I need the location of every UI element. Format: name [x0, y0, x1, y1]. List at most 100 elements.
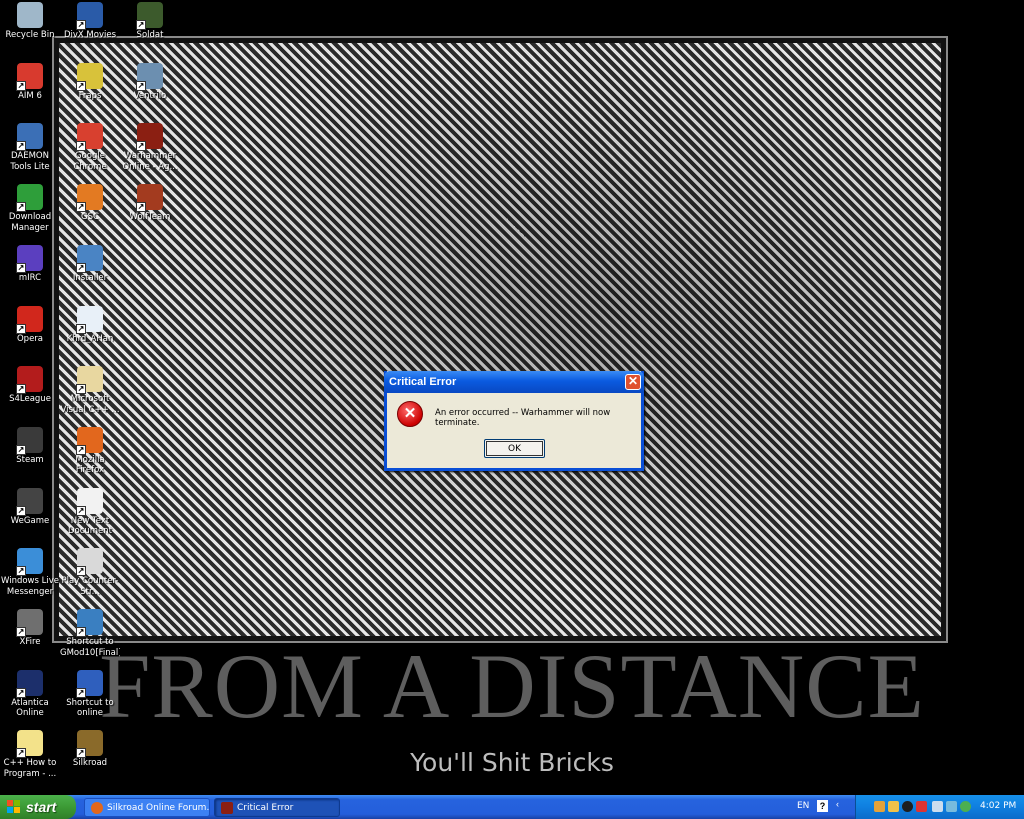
steam-tray-icon[interactable]: [902, 801, 913, 812]
desktop-icon[interactable]: ↗ Download Manager: [0, 184, 60, 242]
desktop-icon[interactable]: ↗ Silkroad: [60, 730, 120, 788]
desktop-icon-label: Shortcut to GMod10[Final]: [60, 637, 120, 658]
steam-icon: ↗: [16, 426, 43, 455]
silkroad-icon: ↗: [76, 730, 103, 759]
warhammer-icon: ↗: [136, 123, 163, 152]
desktop-icon[interactable]: ↗ Fraps: [60, 62, 120, 121]
divx-icon: ↗: [76, 2, 103, 30]
desktop-icon-label: Warhammer Online - Ag...: [122, 151, 178, 172]
desktop-icon[interactable]: ↗ Atlantica Online: [0, 669, 60, 728]
firefox-icon: ↗: [76, 426, 103, 455]
desktop-icon[interactable]: ↗ Khrd_AHan: [60, 305, 120, 364]
desktop-icon-label: Khrd_AHan: [66, 333, 114, 344]
gmod-icon: ↗: [76, 609, 103, 637]
desktop-icon[interactable]: ↗ XFire: [0, 609, 60, 667]
shortcut-arrow-icon: ↗: [16, 505, 26, 516]
ok-button[interactable]: OK: [484, 439, 545, 458]
desktop-icon[interactable]: ↗ Shortcut to GMod10[Final]: [60, 609, 120, 667]
shortcut-arrow-icon: ↗: [16, 627, 26, 637]
desktop-icon-label: GSC: [81, 212, 99, 223]
clock: 4:02 PM: [980, 801, 1017, 811]
shortcut-arrow-icon: ↗: [16, 323, 26, 334]
desktop-icon-label: Recycle Bin: [5, 30, 55, 40]
windows-logo-icon: [7, 800, 20, 813]
dialog-titlebar[interactable]: Critical Error ✕: [384, 371, 644, 393]
shortcut-arrow-icon: ↗: [76, 262, 86, 273]
desktop-icon[interactable]: ↗ AIM 6: [0, 62, 60, 121]
tray-icon-4[interactable]: [916, 801, 927, 812]
language-indicator[interactable]: EN: [797, 801, 809, 811]
desktop-icon[interactable]: ↗ Opera: [0, 305, 60, 364]
desktop-icon[interactable]: ↗ Windows Live Messenger: [0, 548, 60, 606]
visual-cpp-icon: ↗: [76, 366, 103, 395]
desktop-icon[interactable]: ↗ Microsoft Visual C++ ...: [60, 366, 120, 424]
error-icon: ✕: [397, 401, 423, 427]
desktop-icon[interactable]: ↗ Installer: [60, 244, 120, 303]
close-icon: ✕: [627, 374, 639, 388]
desktop-icon[interactable]: Recycle Bin: [0, 2, 60, 60]
critical-error-dialog: Critical Error ✕ ✕ An error occurred -- …: [384, 371, 644, 471]
desktop-icon[interactable]: ↗ WeGame: [0, 487, 60, 546]
tray-expand-icon[interactable]: ‹: [836, 799, 842, 813]
shortcut-arrow-icon: ↗: [76, 687, 86, 698]
shortcut-arrow-icon: ↗: [76, 323, 86, 334]
desktop-icon[interactable]: ↗ DAEMON Tools Lite: [0, 123, 60, 181]
start-button[interactable]: start: [0, 795, 76, 819]
desktop-icon[interactable]: ↗ C++ How to Program - ...: [0, 730, 60, 788]
image-file-icon: ↗: [76, 305, 103, 334]
desktop-icon[interactable]: ↗ Soldat: [120, 2, 180, 60]
desktop-icon[interactable]: ↗ Mozilla Firefox: [60, 426, 120, 485]
desktop-icon-label: Download Manager: [8, 212, 52, 233]
taskbar-item-label: Critical Error: [237, 803, 294, 813]
shortcut-arrow-icon: ↗: [16, 748, 26, 759]
desktop-icon-label: mIRC: [18, 272, 42, 283]
taskbar-item-critical-error[interactable]: Critical Error: [214, 798, 340, 817]
tray-icon-1[interactable]: [874, 801, 885, 812]
desktop-icon[interactable]: ↗ Warhammer Online - Ag...: [120, 123, 180, 181]
desktop-icon[interactable]: ↗ GSC: [60, 184, 120, 242]
shortcut-arrow-icon: ↗: [76, 202, 86, 213]
dialog-message: An error occurred -- Warhammer will now …: [435, 408, 611, 428]
desktop-icon[interactable]: ↗ Google Chrome: [60, 123, 120, 181]
messenger-icon: ↗: [16, 548, 43, 577]
desktop-icon[interactable]: ↗ Ventrilo: [120, 62, 180, 121]
desktop-icon[interactable]: ↗ Play Counter-Str...: [60, 548, 120, 606]
s4league-icon: ↗: [16, 366, 43, 395]
shortcut-arrow-icon: ↗: [16, 80, 26, 91]
shortcut-arrow-icon: ↗: [76, 141, 86, 152]
desktop-icon-label: XFire: [19, 637, 41, 647]
desktop-icon[interactable]: ↗ Shortcut to online: [60, 669, 120, 728]
wallpaper-poster: [52, 36, 948, 643]
shortcut-arrow-icon: ↗: [16, 444, 26, 455]
ventrilo-icon: ↗: [136, 62, 163, 91]
shortcut-arrow-icon: ↗: [76, 566, 86, 577]
shortcut-arrow-icon: ↗: [136, 20, 146, 30]
help-icon[interactable]: ?: [817, 800, 828, 812]
network-icon[interactable]: [946, 801, 957, 812]
shortcut-arrow-icon: ↗: [76, 384, 86, 395]
desktop-icon-label: AIM 6: [18, 90, 42, 101]
warhammer-icon: [221, 802, 233, 814]
desktop-icon-label: DivX Movies: [63, 30, 117, 40]
desktop-icon[interactable]: ↗ DivX Movies: [60, 2, 120, 60]
desktop-icon[interactable]: ↗ Steam: [0, 426, 60, 485]
taskbar: start Silkroad Online Forum... Critical …: [0, 795, 1024, 819]
desktop-icon[interactable]: ↗ mIRC: [0, 244, 60, 303]
desktop-icon-label: Atlantica Online: [11, 697, 49, 719]
taskbar-item-forum[interactable]: Silkroad Online Forum...: [84, 798, 210, 817]
messenger-tray-icon[interactable]: [960, 801, 971, 812]
desktop-icon[interactable]: ↗ S4League: [0, 366, 60, 424]
counter-strike-icon: ↗: [76, 548, 103, 577]
shortcut-arrow-icon: ↗: [16, 687, 26, 698]
desktop-icon[interactable]: ↗ New Text Document: [60, 487, 120, 546]
shield-icon[interactable]: [888, 801, 899, 812]
desktop-icon[interactable]: ↗ WolfTeam: [120, 184, 180, 242]
shortcut-arrow-icon: ↗: [16, 262, 26, 273]
taskbar-item-label: Silkroad Online Forum...: [107, 803, 210, 813]
desktop-icon-label: Opera: [16, 333, 44, 344]
shortcut-arrow-icon: ↗: [16, 202, 26, 213]
volume-icon[interactable]: [932, 801, 943, 812]
close-button[interactable]: ✕: [625, 374, 641, 390]
desktop-icon-label: S4League: [9, 394, 51, 405]
shortcut-arrow-icon: ↗: [76, 627, 86, 637]
